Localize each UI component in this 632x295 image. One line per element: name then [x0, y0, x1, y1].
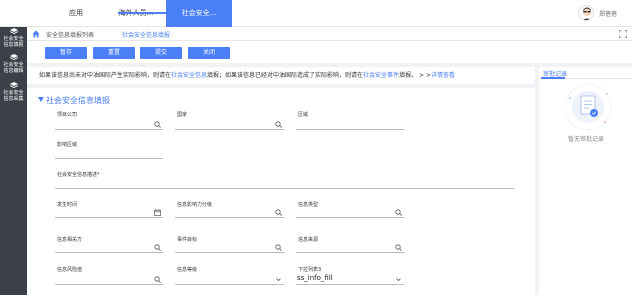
risk-level-field[interactable] [55, 273, 163, 285]
layers-icon [9, 82, 18, 88]
sidebar-item-label: 信息填报 [3, 42, 24, 48]
user-avatar-icon [583, 7, 591, 20]
sidebar-item-label: 信息采集 [3, 96, 24, 102]
tab-apps[interactable]: 应用 [56, 0, 96, 27]
search-icon [275, 121, 282, 128]
info-grade-label: 信息等级 [177, 267, 198, 273]
close-button[interactable]: 关闭 [188, 47, 230, 59]
search-icon [154, 276, 161, 283]
country-label: 国家 [177, 112, 188, 118]
search-icon [154, 121, 161, 128]
top-bar: 应用 海外人员... 社会安全... 郑蓓蓓 [0, 0, 632, 27]
region-label: 区域 [298, 112, 309, 118]
dropdown-select[interactable]: ss_info_fill [296, 273, 404, 285]
empty-records-text: 暂无审批记录 [568, 136, 605, 143]
sidebar: 社会安全 信息填报 社会安全 信息编辑 社会安全 信息采集 [0, 27, 27, 295]
avatar[interactable] [578, 5, 594, 21]
region-field[interactable] [296, 118, 404, 130]
active-tab-indicator [541, 77, 565, 79]
breadcrumb-item-list[interactable]: 安全信息填报列表 [46, 30, 94, 39]
layers-icon [9, 28, 18, 34]
chevron-down-icon [396, 278, 401, 282]
layers-icon [9, 54, 18, 60]
breadcrumb-item-current[interactable]: 社会安全信息填报 [122, 30, 170, 39]
risk-level-label: 信息风险值 [57, 267, 83, 273]
notice-text: 填报；如果该信息已经对中油国际造成了实际影响，则请在 [207, 72, 364, 79]
info-grade-select[interactable] [175, 273, 284, 285]
search-icon [275, 244, 282, 251]
sidebar-item-edit[interactable]: 社会安全 信息编辑 [0, 54, 27, 74]
search-icon [275, 209, 282, 216]
sidebar-item-fill[interactable]: 社会安全 信息填报 [0, 28, 27, 48]
occur-time-field[interactable] [55, 206, 163, 218]
country-field[interactable] [175, 118, 284, 130]
active-tab-indicator [118, 12, 180, 14]
company-field[interactable] [55, 118, 163, 130]
notice-text: 如果该信息尚未对中油国际产生实际影响，则请在 [39, 72, 172, 79]
home-icon[interactable] [32, 30, 40, 38]
description-field[interactable] [55, 177, 514, 189]
search-icon [154, 244, 161, 251]
calendar-icon [154, 209, 161, 216]
event-target-field[interactable] [175, 241, 284, 253]
dropdown-label: 下拉列表3 [298, 267, 322, 273]
reset-button[interactable]: 重置 [93, 47, 135, 59]
search-icon [395, 244, 402, 251]
notice-text: 填报。 [399, 72, 418, 79]
collapse-triangle-icon[interactable] [38, 97, 44, 102]
submit-button[interactable]: 提交 [140, 47, 182, 59]
dropdown-value: ss_info_fill [297, 274, 333, 282]
notice-bar: 如果该信息尚未对中油国际产生实际影响，则请在社会安全信息填报；如果该信息已经对中… [27, 67, 535, 84]
impact-level-field[interactable] [175, 206, 284, 218]
breadcrumb [27, 27, 632, 41]
related-party-field[interactable] [55, 241, 163, 253]
info-type-field[interactable] [296, 206, 404, 218]
company-label: 项目公司 [57, 112, 78, 118]
sidebar-item-collect[interactable]: 社会安全 信息采集 [0, 82, 27, 102]
social-security-info-link[interactable]: 社会安全信息 [171, 72, 207, 79]
empty-records-icon [564, 83, 612, 131]
section-title: 社会安全信息填报 [46, 96, 110, 105]
sidebar-item-label: 信息编辑 [3, 68, 24, 74]
info-source-field[interactable] [296, 241, 404, 253]
save-draft-button[interactable]: 暂存 [45, 47, 87, 59]
impact-area-field[interactable] [55, 147, 163, 159]
username: 郑蓓蓓 [599, 11, 618, 18]
fullscreen-icon[interactable] [619, 30, 627, 38]
search-icon [395, 209, 402, 216]
social-security-event-link[interactable]: 社会安全事件 [363, 72, 399, 79]
notice-arrows: > > [417, 72, 431, 79]
chevron-down-icon [276, 278, 281, 282]
details-link[interactable]: 详情查看 [431, 72, 455, 79]
